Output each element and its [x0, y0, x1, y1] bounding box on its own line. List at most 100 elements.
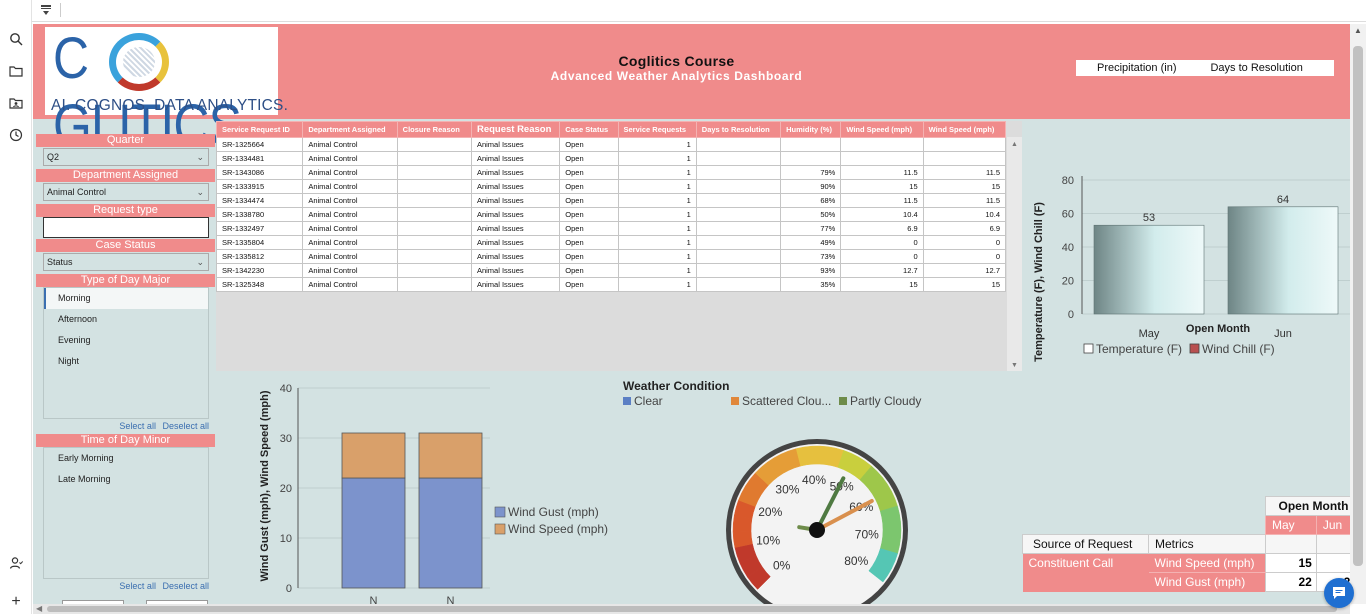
add-icon[interactable]: +: [8, 594, 24, 610]
temperature-legend: Temperature (F) Wind Chill (F): [1083, 342, 1275, 356]
legend-swatch: [1189, 343, 1200, 354]
table-cell: Animal Control: [302, 207, 398, 222]
select-all-link[interactable]: Select all: [119, 421, 156, 431]
scroll-down-icon[interactable]: ▼: [1011, 362, 1018, 369]
table-cell: Animal Control: [302, 165, 398, 180]
column-header[interactable]: Department Assigned: [302, 121, 398, 138]
gauge-band-segment: [811, 445, 829, 465]
column-header[interactable]: Humidity (%): [780, 121, 842, 138]
department-filter-label: Department Assigned: [36, 169, 215, 182]
folder-icon[interactable]: [8, 64, 24, 80]
deselect-all-link[interactable]: Deselect all: [162, 581, 209, 591]
list-item-late-morning[interactable]: Late Morning: [44, 469, 208, 490]
scrollbar-thumb[interactable]: [1353, 46, 1363, 566]
table-row[interactable]: SR-1332497 Animal Control Animal Issues Ope…: [215, 221, 1007, 236]
page-vertical-scrollbar[interactable]: ▲: [1350, 24, 1366, 604]
table-cell: 6.9: [840, 221, 924, 236]
wind-bar-segment[interactable]: [341, 477, 406, 589]
temperature-bar[interactable]: [1227, 206, 1339, 315]
tab-precipitation[interactable]: Precipitation (in): [1076, 60, 1176, 76]
case-status-select[interactable]: Status ⌄: [43, 253, 209, 271]
table-row[interactable]: SR-1333915 Animal Control Animal Issues Ope…: [215, 179, 1007, 194]
quarter-filter-label: Quarter: [36, 134, 215, 147]
y-tick-label: 30: [280, 433, 292, 445]
column-header[interactable]: Wind Speed (mph): [922, 121, 1007, 138]
scroll-up-icon[interactable]: ▲: [1354, 26, 1362, 35]
table-row[interactable]: SR-1342230 Animal Control Animal Issues Ope…: [215, 263, 1007, 278]
legend-label[interactable]: Wind Gust (mph): [508, 505, 599, 519]
list-item-night[interactable]: Night: [44, 351, 208, 372]
column-header[interactable]: Days to Resolution: [695, 121, 782, 138]
case-status-select-value: Status: [47, 257, 73, 267]
scrollbar-thumb[interactable]: [47, 606, 1337, 612]
legend-label[interactable]: Temperature (F): [1096, 342, 1182, 356]
gauge-tick-label: 40%: [802, 473, 826, 487]
table-row[interactable]: SR-1335812 Animal Control Animal Issues Ope…: [215, 249, 1007, 264]
user-settings-icon[interactable]: [8, 556, 24, 572]
table-cell: SR-1325664: [215, 137, 304, 152]
recent-icon[interactable]: [8, 128, 24, 144]
table-cell: 1: [617, 221, 697, 236]
legend-label[interactable]: Scattered Clou...: [742, 394, 831, 408]
list-item-evening[interactable]: Evening: [44, 330, 208, 351]
metrics-header: Metrics: [1148, 534, 1266, 554]
type-of-day-major-actions: Select all Deselect all: [43, 421, 209, 431]
table-cell: [396, 165, 472, 180]
table-row[interactable]: SR-1335804 Animal Control Animal Issues Ope…: [215, 235, 1007, 250]
table-cell: Open: [559, 277, 619, 292]
list-item-afternoon[interactable]: Afternoon: [44, 309, 208, 330]
table-row[interactable]: SR-1338780 Animal Control Animal Issues Ope…: [215, 207, 1007, 222]
search-icon[interactable]: [8, 32, 24, 48]
legend-label[interactable]: Wind Speed (mph): [508, 522, 608, 536]
chat-assistant-button[interactable]: [1324, 578, 1354, 608]
table-cell: [840, 151, 924, 166]
column-header[interactable]: Closure Reason: [396, 121, 472, 138]
list-item-early-morning[interactable]: Early Morning: [44, 448, 208, 469]
legend-label[interactable]: Clear: [634, 394, 663, 408]
month-header-may: May: [1265, 515, 1317, 535]
legend-label[interactable]: Partly Cloudy: [850, 394, 921, 408]
column-header[interactable]: Wind Speed (mph): [840, 121, 924, 138]
table-cell: [695, 221, 782, 236]
table-cell: [695, 277, 782, 292]
temperature-bar[interactable]: [1093, 224, 1205, 315]
top-toolbar: [32, 0, 1366, 22]
company-logo: C GLITICS AI. COGNOS. DATA ANALYTICS.: [45, 26, 288, 158]
list-item-morning[interactable]: Morning: [44, 288, 208, 309]
request-type-input[interactable]: [43, 217, 209, 238]
wind-bar-segment[interactable]: [341, 432, 406, 479]
legend-swatch: [1083, 343, 1094, 354]
table-row[interactable]: SR-1325348 Animal Control Animal Issues Ope…: [215, 277, 1007, 292]
select-all-link[interactable]: Select all: [119, 581, 156, 591]
scroll-up-icon[interactable]: ▲: [1011, 141, 1018, 148]
wind-bar-segment[interactable]: [418, 432, 483, 479]
column-header[interactable]: Service Request ID: [215, 121, 304, 138]
column-header[interactable]: Request Reason: [470, 121, 561, 138]
table-cell: Animal Control: [302, 263, 398, 278]
toolbar-divider: [60, 3, 61, 17]
deselect-all-link[interactable]: Deselect all: [162, 421, 209, 431]
table-cell: [396, 151, 472, 166]
legend-label[interactable]: Wind Chill (F): [1202, 342, 1275, 356]
table-cell: 15: [922, 179, 1007, 194]
table-row[interactable]: SR-1325664 Animal Control Animal Issues Ope…: [215, 137, 1007, 152]
table-row[interactable]: SR-1334481 Animal Control Animal Issues Ope…: [215, 151, 1007, 166]
wind-y-axis-label: Wind Gust (mph), Wind Speed (mph): [259, 390, 271, 581]
table-row[interactable]: SR-1334474 Animal Control Animal Issues Ope…: [215, 193, 1007, 208]
value-wind-gust-may: 22: [1265, 572, 1317, 592]
table-cell: 1: [617, 193, 697, 208]
scroll-left-icon[interactable]: ◀: [36, 604, 42, 613]
department-select[interactable]: Animal Control ⌄: [43, 183, 209, 201]
quarter-select[interactable]: Q2 ⌄: [43, 148, 209, 166]
department-select-value: Animal Control: [47, 187, 107, 197]
table-scrollbar[interactable]: ▲ ▼: [1007, 137, 1022, 371]
filter-toolbar-icon[interactable]: [40, 3, 52, 17]
column-header[interactable]: Case Status: [559, 121, 619, 138]
table-cell: Open: [559, 193, 619, 208]
tab-days-to-resolution[interactable]: Days to Resolution: [1176, 60, 1302, 76]
page-horizontal-scrollbar[interactable]: ◀: [33, 604, 1350, 614]
shared-folder-icon[interactable]: [8, 96, 24, 112]
table-row[interactable]: SR-1343086 Animal Control Animal Issues Ope…: [215, 165, 1007, 180]
wind-bar-segment[interactable]: [418, 477, 483, 589]
column-header[interactable]: Service Requests: [617, 121, 697, 138]
